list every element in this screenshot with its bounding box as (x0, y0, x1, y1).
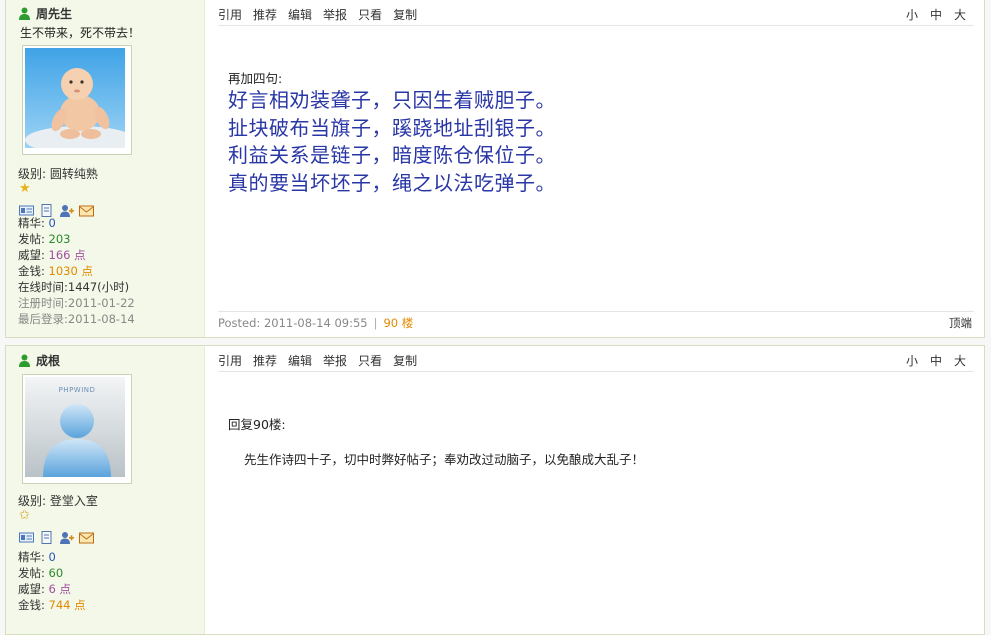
quote-button[interactable]: 引用 (218, 352, 242, 369)
reply-to-label: 回复90楼: (228, 417, 286, 432)
document-icon[interactable] (39, 531, 54, 544)
message-icon[interactable] (79, 531, 94, 544)
profile-card-icon[interactable] (19, 531, 34, 544)
font-size-controls: 小 中 大 (906, 352, 974, 369)
stat-online-time: 在线时间:1447(小时) (18, 280, 130, 294)
stat-last-login: 最后登录:2011-08-14 (18, 312, 135, 326)
font-large-button[interactable]: 大 (954, 6, 966, 23)
avatar-watermark: PHPWIND (58, 386, 96, 394)
stat-weiwang: 威望: 166 点 (18, 248, 86, 262)
font-small-button[interactable]: 小 (906, 352, 918, 369)
edit-button[interactable]: 编辑 (288, 6, 312, 23)
avatar[interactable]: PHPWIND (22, 374, 132, 484)
only-view-button[interactable]: 只看 (358, 6, 382, 23)
author-sidebar: 周先生 生不带来，死不带去！ 级别: 圆转纯熟 ★ 精华: 0 发帖: 203 … (6, 0, 205, 337)
author-stats: 精华: 0 发帖: 60 威望: 6 点 金钱: 744 点 (18, 549, 86, 613)
person-icon (19, 7, 30, 20)
author-signature: 生不带来，死不带去！ (20, 26, 141, 40)
post-91: 成根 PHPWIND 级别: 登堂入室 ✩ 精华: 0 发帖: 60 威望: 6… (5, 345, 985, 635)
footer-separator: | (373, 316, 378, 330)
font-size-controls: 小 中 大 (906, 6, 974, 23)
avatar[interactable] (22, 45, 132, 155)
post-90: 周先生 生不带来，死不带去！ 级别: 圆转纯熟 ★ 精华: 0 发帖: 203 … (5, 0, 985, 338)
post-footer: Posted: 2011-08-14 09:55 | 90 楼 顶端 (218, 311, 974, 334)
post-main: 引用 推荐 编辑 举报 只看 复制 小 中 大 回复90楼: 先生作诗四十子，切… (218, 346, 974, 634)
default-avatar-icon: PHPWIND (25, 377, 129, 481)
only-view-button[interactable]: 只看 (358, 352, 382, 369)
stat-weiwang: 威望: 6 点 (18, 582, 72, 596)
baby-photo-avatar (25, 48, 129, 152)
post-content: 再加四句: 好言相劝装聋子，只因生着贼胆子。 扯块破布当旗子，蹊跷地址刮银子。 … (228, 68, 974, 197)
post-toolbar: 引用 推荐 编辑 举报 只看 复制 小 中 大 (218, 349, 974, 372)
posted-time: Posted: 2011-08-14 09:55 (218, 316, 368, 330)
stat-jinqian: 金钱: 1030 点 (18, 264, 93, 278)
recommend-button[interactable]: 推荐 (253, 352, 277, 369)
quote-button[interactable]: 引用 (218, 6, 242, 23)
post-main: 引用 推荐 编辑 举报 只看 复制 小 中 大 再加四句: 好言相劝装聋子，只因… (218, 0, 974, 337)
report-button[interactable]: 举报 (323, 352, 347, 369)
author-stats: 精华: 0 发帖: 203 威望: 166 点 金钱: 1030 点 在线时间:… (18, 215, 135, 327)
level-value: 圆转纯熟 (49, 167, 98, 181)
edit-button[interactable]: 编辑 (288, 352, 312, 369)
font-large-button[interactable]: 大 (954, 352, 966, 369)
font-medium-button[interactable]: 中 (930, 6, 942, 23)
poem-line: 真的要当坏坯子，绳之以法吃弹子。 (228, 170, 556, 195)
star-icon: ✩ (19, 508, 30, 523)
floor-number[interactable]: 90 楼 (383, 315, 413, 331)
level-label: 级别: (18, 494, 47, 508)
report-button[interactable]: 举报 (323, 6, 347, 23)
recommend-button[interactable]: 推荐 (253, 6, 277, 23)
author-name-row: 成根 (18, 352, 60, 369)
author-name[interactable]: 周先生 (36, 5, 72, 22)
stat-jinghua: 精华: 0 (18, 216, 56, 230)
star-icon: ★ (19, 181, 31, 196)
stat-jinghua: 精华: 0 (18, 550, 56, 564)
author-sidebar: 成根 PHPWIND 级别: 登堂入室 ✩ 精华: 0 发帖: 60 威望: 6… (6, 346, 205, 634)
copy-button[interactable]: 复制 (393, 352, 417, 369)
stat-fatie: 发帖: 60 (18, 566, 64, 580)
poem-line: 利益关系是链子，暗度陈仓保位子。 (228, 143, 556, 167)
stat-registered: 注册时间:2011-01-22 (18, 296, 135, 310)
poem-line: 扯块破布当旗子，蹊跷地址刮银子。 (228, 115, 556, 140)
poem-line: 好言相劝装聋子，只因生着贼胆子。 (228, 88, 556, 112)
font-small-button[interactable]: 小 (906, 6, 918, 23)
author-level: 级别: 圆转纯熟 (18, 165, 98, 182)
font-medium-button[interactable]: 中 (930, 352, 942, 369)
level-label: 级别: (18, 167, 47, 181)
person-icon (19, 354, 30, 367)
stat-fatie: 发帖: 203 (18, 232, 71, 246)
post-toolbar: 引用 推荐 编辑 举报 只看 复制 小 中 大 (218, 3, 974, 26)
add-friend-icon[interactable] (59, 531, 74, 544)
post-content: 回复90楼: 先生作诗四十子，切中时弊好帖子；奉劝改过动脑子，以免酿成大乱子！ (228, 414, 974, 468)
back-to-top-link[interactable]: 顶端 (949, 315, 974, 331)
author-action-icons (19, 531, 94, 544)
post-intro: 再加四句: (228, 71, 283, 86)
copy-button[interactable]: 复制 (393, 6, 417, 23)
reply-body: 先生作诗四十子，切中时弊好帖子；奉劝改过动脑子，以免酿成大乱子！ (244, 452, 645, 467)
stat-jinqian: 金钱: 744 点 (18, 598, 86, 612)
level-value: 登堂入室 (49, 494, 98, 508)
author-name[interactable]: 成根 (36, 352, 60, 369)
author-name-row: 周先生 (18, 5, 72, 22)
author-level: 级别: 登堂入室 (18, 492, 98, 509)
